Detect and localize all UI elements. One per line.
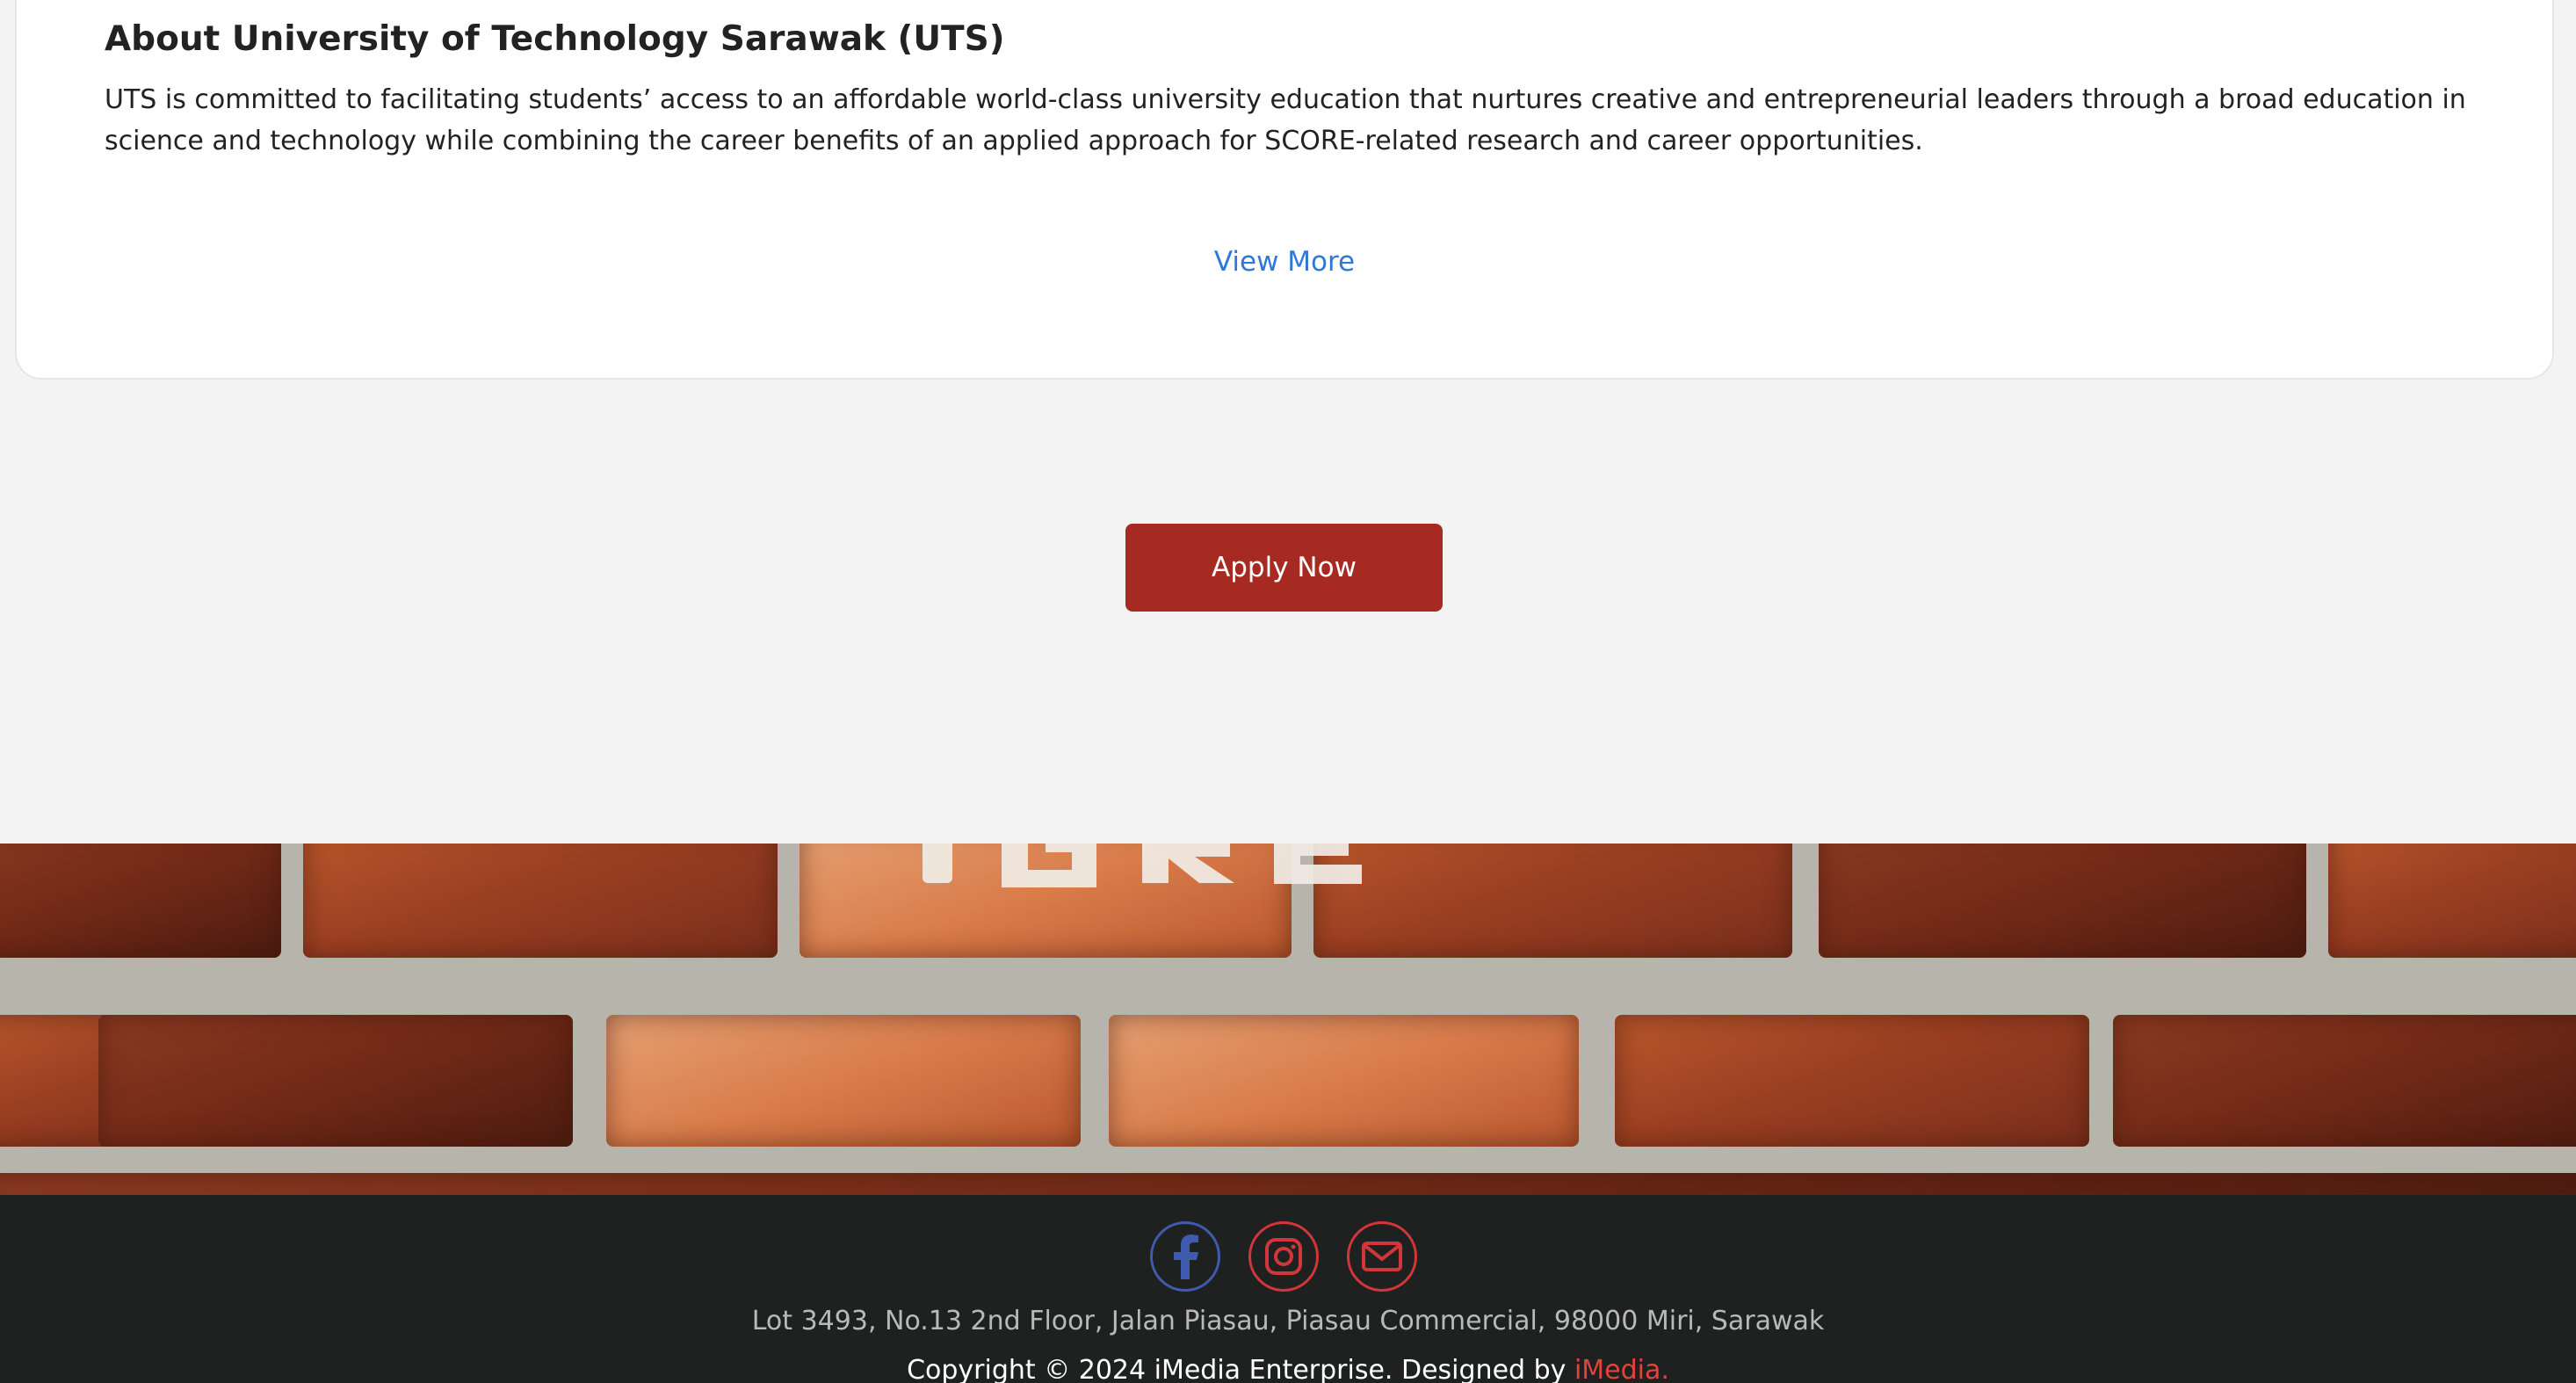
email-link[interactable]	[1347, 1221, 1417, 1292]
about-description: UTS is committed to facilitating student…	[105, 84, 2466, 156]
email-icon	[1362, 1242, 1402, 1271]
view-more-link[interactable]: View More	[17, 246, 2552, 278]
graffiti-decoration	[923, 844, 1362, 887]
facebook-link[interactable]	[1150, 1221, 1220, 1292]
footer-address: Lot 3493, No.13 2nd Floor, Jalan Piasau,…	[751, 1306, 1825, 1336]
brick-wall-banner	[0, 844, 2576, 1195]
designer-link[interactable]: iMedia.	[1574, 1355, 1669, 1383]
copyright-text: Copyright © 2024 iMedia Enterprise. Desi…	[907, 1355, 1574, 1383]
about-title: About University of Technology Sarawak (…	[105, 19, 1005, 59]
page: About University of Technology Sarawak (…	[0, 0, 2576, 1383]
footer-copyright: Copyright © 2024 iMedia Enterprise. Desi…	[0, 1355, 2576, 1383]
instagram-icon	[1265, 1238, 1302, 1275]
instagram-link[interactable]	[1248, 1221, 1319, 1292]
facebook-icon	[1174, 1235, 1198, 1279]
about-card: About University of Technology Sarawak (…	[15, 0, 2554, 380]
apply-now-button[interactable]: Apply Now	[1125, 524, 1443, 612]
